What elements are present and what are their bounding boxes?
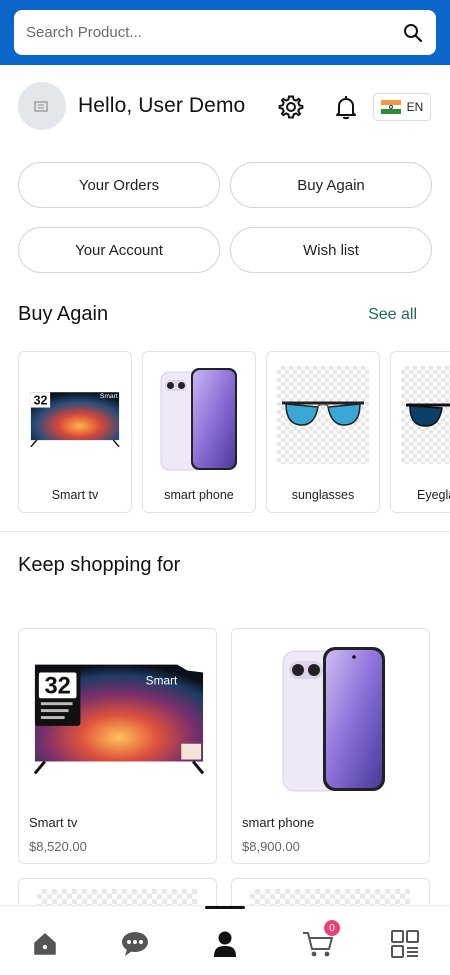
keep-shopping-title: Keep shopping for bbox=[18, 554, 181, 576]
search-input[interactable] bbox=[26, 24, 402, 41]
product-label: smart phone bbox=[164, 488, 234, 502]
tv-size-label: 32 bbox=[34, 394, 48, 408]
bottom-navigation: 0 bbox=[0, 905, 450, 975]
product-price: $8,520.00 bbox=[29, 839, 87, 854]
active-tab-indicator bbox=[205, 906, 245, 909]
search-icon[interactable] bbox=[402, 22, 424, 44]
see-all-link[interactable]: See all bbox=[368, 306, 417, 324]
product-card-smart-tv[interactable]: 32 Smart Smart tv bbox=[18, 351, 132, 513]
broken-image-icon bbox=[34, 101, 48, 112]
search-bar[interactable] bbox=[14, 10, 436, 55]
product-label: Smart tv bbox=[51, 488, 99, 502]
tv-size-label: 32 bbox=[44, 673, 70, 699]
quick-links-row-1: Your Orders Buy Again bbox=[18, 162, 432, 208]
tv-image: 32 Smart bbox=[29, 366, 121, 474]
phone-image bbox=[242, 645, 420, 795]
eyeglasses-image bbox=[401, 366, 450, 464]
product-card-eyeglasses[interactable]: Eyeglasses bbox=[390, 351, 450, 513]
user-header: Hello, User Demo EN bbox=[0, 82, 450, 132]
bell-icon[interactable] bbox=[332, 93, 360, 121]
product-label: Eyeglasses bbox=[417, 488, 450, 502]
phone-image bbox=[153, 366, 245, 474]
menu-grid-icon[interactable] bbox=[385, 924, 425, 964]
profile-icon[interactable] bbox=[205, 924, 245, 964]
buy-again-carousel[interactable]: 32 Smart Smart tv smart phone sunglasses… bbox=[18, 351, 450, 513]
wish-list-button[interactable]: Wish list bbox=[230, 227, 432, 273]
product-card-sunglasses[interactable]: sunglasses bbox=[266, 351, 380, 513]
product-name: smart phone bbox=[242, 815, 315, 830]
buy-again-title: Buy Again bbox=[18, 303, 109, 325]
product-name: Smart tv bbox=[29, 815, 78, 830]
tv-brand-label: Smart bbox=[146, 673, 178, 687]
cart-count-badge: 0 bbox=[324, 920, 340, 936]
quick-links-row-2: Your Account Wish list bbox=[18, 227, 432, 273]
avatar[interactable] bbox=[18, 82, 66, 130]
buy-again-button[interactable]: Buy Again bbox=[230, 162, 432, 208]
sunglasses-image bbox=[277, 366, 369, 464]
section-divider bbox=[0, 531, 450, 532]
your-account-button[interactable]: Your Account bbox=[18, 227, 220, 273]
language-code: EN bbox=[406, 100, 424, 114]
india-flag-icon bbox=[380, 100, 401, 115]
product-card-smart-phone[interactable]: smart phone bbox=[142, 351, 256, 513]
product-label: sunglasses bbox=[291, 488, 355, 502]
language-selector[interactable]: EN bbox=[373, 93, 431, 121]
tv-brand-label: Smart bbox=[100, 393, 118, 400]
tv-image: 32 Smart bbox=[29, 645, 207, 795]
home-icon[interactable] bbox=[25, 924, 65, 964]
chat-icon[interactable] bbox=[115, 924, 155, 964]
gear-icon[interactable] bbox=[277, 93, 305, 121]
keep-shopping-card-smart-tv[interactable]: 32 Smart Smart tv $8,520.00 bbox=[18, 628, 217, 864]
keep-shopping-card-smart-phone[interactable]: smart phone $8,900.00 bbox=[231, 628, 430, 864]
greeting-text: Hello, User Demo bbox=[78, 94, 246, 117]
your-orders-button[interactable]: Your Orders bbox=[18, 162, 220, 208]
top-bar bbox=[0, 0, 450, 65]
product-price: $8,900.00 bbox=[242, 839, 300, 854]
